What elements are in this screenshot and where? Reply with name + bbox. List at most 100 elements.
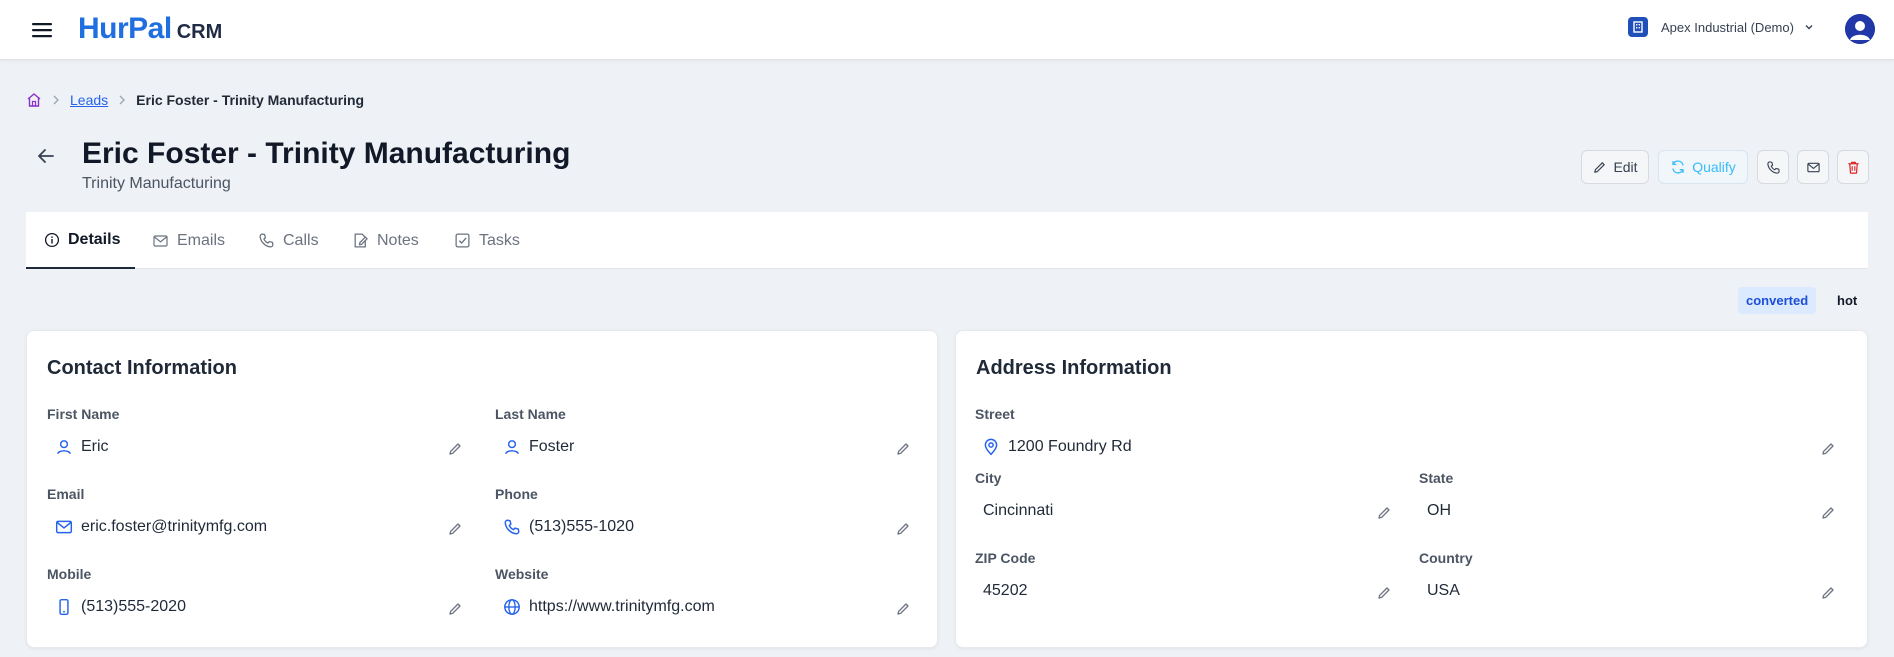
edit-last-name-button[interactable] (892, 438, 914, 460)
street-value: 1200 Foundry Rd (982, 438, 1132, 456)
edit-button[interactable]: Edit (1581, 150, 1649, 184)
field-value-text: (513)555-1020 (529, 518, 634, 535)
org-switcher[interactable]: Apex Industrial (Demo) (1628, 17, 1814, 37)
email-button[interactable] (1797, 150, 1829, 184)
edit-phone-button[interactable] (892, 518, 914, 540)
field-label: Phone (495, 486, 538, 502)
card-title: Contact Information (47, 357, 237, 379)
qualify-label: Qualify (1692, 159, 1736, 175)
breadcrumb: Leads Eric Foster - Trinity Manufacturin… (26, 92, 364, 108)
globe-icon (504, 599, 520, 615)
menu-icon[interactable] (28, 16, 56, 44)
field-value-text: Eric (81, 438, 109, 455)
refresh-icon (1672, 160, 1684, 174)
edit-zip-button[interactable] (1373, 582, 1395, 604)
user-icon (57, 440, 71, 455)
tab-label: Notes (377, 231, 419, 249)
field-label: Last Name (495, 406, 566, 422)
rating-badge: hot (1837, 293, 1858, 308)
field-label: State (1419, 470, 1454, 486)
smartphone-icon (59, 598, 69, 616)
contact-information-card: Contact Information First Name Eric Last… (26, 330, 938, 648)
tab-calls[interactable]: Calls (258, 212, 319, 269)
delete-button[interactable] (1837, 150, 1869, 184)
first-name-value: Eric (55, 438, 109, 456)
chevron-right-icon (118, 95, 126, 105)
mobile-value: (513)555-2020 (55, 598, 186, 616)
field-label: Website (495, 566, 549, 582)
tab-tasks[interactable]: Tasks (454, 212, 520, 269)
field-value-text: eric.foster@trinitymfg.com (81, 518, 268, 535)
pencil-icon (449, 523, 461, 535)
phone-value: (513)555-1020 (503, 518, 634, 536)
tab-label: Emails (177, 231, 226, 249)
tab-notes[interactable]: Notes (352, 212, 419, 269)
pencil-icon (1378, 587, 1390, 599)
call-button[interactable] (1757, 150, 1789, 184)
edit-mobile-button[interactable] (444, 598, 466, 620)
qualify-button[interactable]: Qualify (1658, 150, 1748, 184)
info-icon (44, 232, 60, 247)
edit-first-name-button[interactable] (444, 438, 466, 460)
edit-state-button[interactable] (1817, 502, 1839, 524)
state-value: OH (1427, 502, 1451, 519)
tab-bar: Details Emails Calls Notes Tasks (26, 212, 1868, 269)
field-label: ZIP Code (975, 550, 1036, 566)
field-value-text: https://www.trinitymfg.com (529, 598, 715, 615)
edit-country-button[interactable] (1817, 582, 1839, 604)
edit-website-button[interactable] (892, 598, 914, 620)
country-value: USA (1427, 582, 1460, 599)
field-value-text: (513)555-2020 (81, 598, 186, 615)
edit-email-button[interactable] (444, 518, 466, 540)
note-icon (354, 233, 368, 248)
pencil-icon (1594, 161, 1606, 173)
pencil-icon (449, 603, 461, 615)
checkbox-icon (455, 233, 470, 248)
edit-city-button[interactable] (1373, 502, 1395, 524)
pencil-icon (897, 603, 909, 615)
field-value-text: 1200 Foundry Rd (1008, 438, 1132, 455)
field-label: Mobile (47, 566, 92, 582)
mail-icon (153, 234, 168, 247)
tab-label: Details (68, 230, 121, 248)
logo-suffix: CRM (176, 21, 223, 43)
pencil-icon (1822, 587, 1834, 599)
email-value: eric.foster@trinitymfg.com (55, 518, 267, 536)
breadcrumb-current: Eric Foster - Trinity Manufacturing (136, 92, 365, 108)
website-value: https://www.trinitymfg.com (503, 598, 715, 616)
tab-emails[interactable]: Emails (152, 212, 225, 269)
tab-details[interactable]: Details (26, 212, 135, 269)
home-icon[interactable] (26, 92, 42, 108)
field-label: City (975, 470, 1002, 486)
trash-icon (1847, 161, 1859, 174)
phone-icon (1766, 160, 1780, 174)
chevron-down-icon (1804, 22, 1814, 32)
field-value-text: Foster (529, 438, 575, 455)
field-label: Email (47, 486, 85, 502)
edit-label: Edit (1613, 159, 1638, 175)
status-badge: converted (1738, 287, 1817, 314)
org-name: Apex Industrial (Demo) (1661, 19, 1794, 35)
user-avatar-icon[interactable] (1845, 14, 1875, 44)
card-title: Address Information (976, 357, 1172, 379)
arrow-left-icon[interactable] (34, 144, 58, 168)
app-logo[interactable]: HurPal CRM (78, 12, 222, 46)
zip-value: 45202 (983, 582, 1028, 599)
phone-icon (504, 519, 520, 535)
tab-label: Tasks (479, 231, 520, 249)
page-title: Eric Foster - Trinity Manufacturing (82, 137, 571, 170)
address-information-card: Address Information Street 1200 Foundry … (955, 330, 1868, 648)
pencil-icon (1822, 507, 1834, 519)
last-name-value: Foster (503, 438, 574, 456)
pencil-icon (449, 443, 461, 455)
city-value: Cincinnati (983, 502, 1054, 519)
phone-icon (259, 233, 274, 248)
edit-street-button[interactable] (1817, 438, 1839, 460)
breadcrumb-leads-link[interactable]: Leads (70, 92, 108, 108)
field-label: First Name (47, 406, 120, 422)
pencil-icon (897, 523, 909, 535)
field-label: Country (1419, 550, 1473, 566)
user-icon (505, 440, 519, 455)
logo-text: HurPal (78, 12, 172, 45)
chevron-right-icon (52, 95, 60, 105)
